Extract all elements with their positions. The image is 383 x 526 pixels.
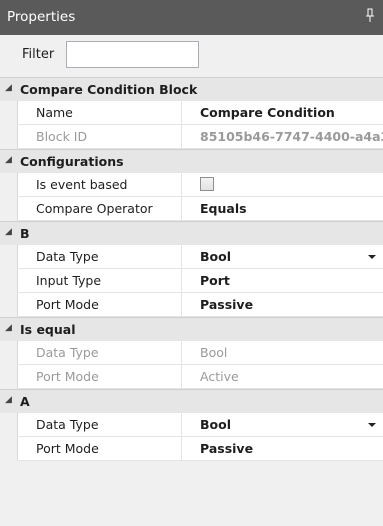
property-row-port-mode[interactable]: Port Mode Active [17,365,383,389]
property-name: Data Type [18,245,182,268]
collapse-arrow-icon[interactable]: ◢ [5,83,12,93]
property-row-is-event-based[interactable]: Is event based [17,173,383,197]
property-row-input-type[interactable]: Input Type Port [17,269,383,293]
property-row-data-type[interactable]: Data Type Bool [17,413,383,437]
collapse-arrow-icon[interactable]: ◢ [5,323,12,333]
category-label: Is equal [20,322,76,337]
filter-label: Filter [22,47,55,62]
property-name: Input Type [18,269,182,292]
property-name: Name [18,101,182,124]
property-row-block-id[interactable]: Block ID 85105b46-7747-4400-a4a3- [17,125,383,149]
property-grid: ◢ Compare Condition Block Name Compare C… [0,77,383,526]
property-row-port-mode[interactable]: Port Mode Passive [17,437,383,461]
property-name: Block ID [18,125,182,148]
category-a[interactable]: ◢ A [0,389,383,413]
pin-icon[interactable] [365,8,375,24]
property-value[interactable]: 85105b46-7747-4400-a4a3- [182,125,383,148]
property-name: Is event based [18,173,182,196]
dropdown-arrow-icon[interactable] [368,255,376,259]
panel-title: Properties [7,9,76,25]
property-name: Data Type [18,341,182,364]
category-label: Compare Condition Block [20,82,198,97]
collapse-arrow-icon[interactable]: ◢ [5,227,12,237]
category-is-equal[interactable]: ◢ Is equal [0,317,383,341]
property-value[interactable]: Bool [182,245,383,268]
dropdown-arrow-icon[interactable] [368,423,376,427]
property-value-container [182,173,383,196]
category-label: B [20,226,30,241]
category-b[interactable]: ◢ B [0,221,383,245]
category-label: A [20,394,30,409]
property-value: Bool [200,345,228,360]
property-row-name[interactable]: Name Compare Condition [17,101,383,125]
property-value[interactable]: Compare Condition [182,101,383,124]
property-value[interactable]: Port [182,269,383,292]
property-value[interactable]: Bool [182,413,383,436]
category-compare-condition-block[interactable]: ◢ Compare Condition Block [0,77,383,101]
property-row-data-type[interactable]: Data Type Bool [17,341,383,365]
category-label: Configurations [20,154,124,169]
filter-bar: Filter [0,35,383,77]
property-name: Data Type [18,413,182,436]
collapse-arrow-icon[interactable]: ◢ [5,395,12,405]
property-value[interactable]: Passive [182,293,383,316]
properties-title-bar: Properties [0,0,383,35]
property-value[interactable]: Passive [182,437,383,460]
property-name: Compare Operator [18,197,182,220]
filter-input[interactable] [66,41,199,68]
is-event-based-checkbox[interactable] [200,177,214,191]
property-row-data-type[interactable]: Data Type Bool [17,245,383,269]
collapse-arrow-icon[interactable]: ◢ [5,155,12,165]
property-row-compare-operator[interactable]: Compare Operator Equals [17,197,383,221]
property-name: Port Mode [18,293,182,316]
property-value: Active [200,369,239,384]
property-name: Port Mode [18,365,182,388]
property-row-port-mode[interactable]: Port Mode Passive [17,293,383,317]
property-name: Port Mode [18,437,182,460]
property-value[interactable]: Equals [182,197,383,220]
category-configurations[interactable]: ◢ Configurations [0,149,383,173]
